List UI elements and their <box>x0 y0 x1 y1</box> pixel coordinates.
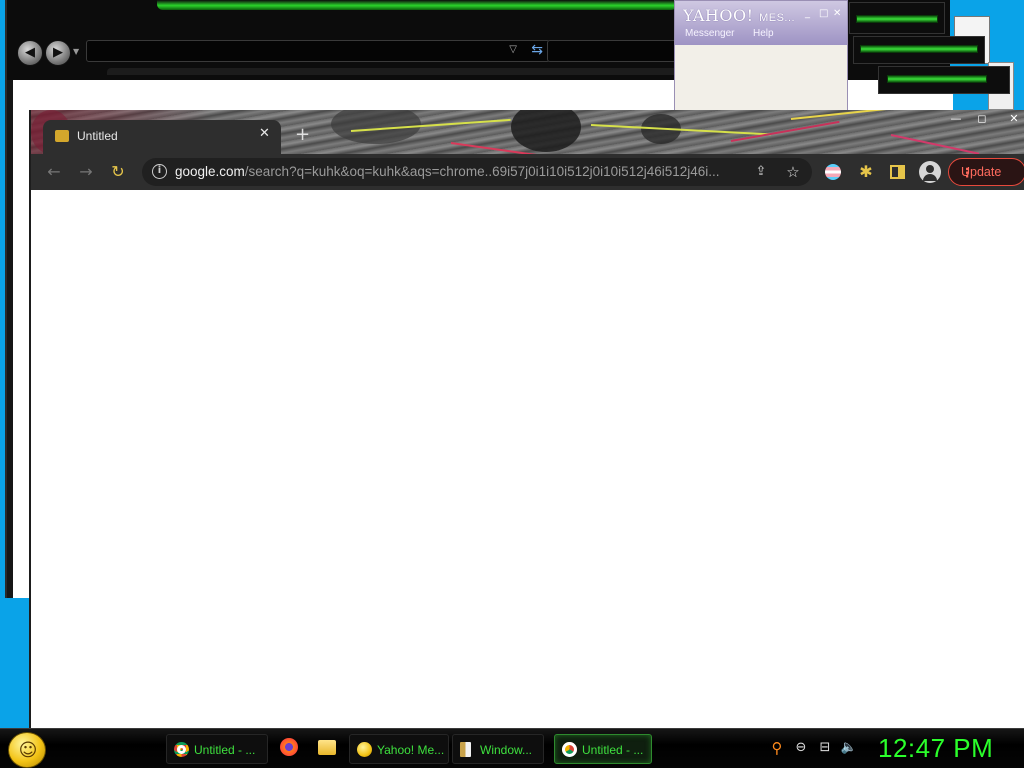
menu-messenger[interactable]: Messenger <box>685 28 734 39</box>
minimize-icon[interactable]: _ <box>805 8 810 19</box>
side-panel-icon[interactable] <box>890 165 905 179</box>
share-icon[interactable]: ⇪ <box>750 161 772 183</box>
update-button[interactable]: Update ⋮ <box>948 158 1024 186</box>
theme-decoration <box>511 110 581 152</box>
side-panel-fill <box>898 167 903 177</box>
menu-help[interactable]: Help <box>753 28 774 39</box>
taskbar-item-active[interactable]: Untitled - ... <box>554 734 652 764</box>
tab-untitled[interactable]: Untitled ✕ <box>43 120 281 154</box>
taskbar-item[interactable]: Window... <box>452 734 544 764</box>
bookmark-star-icon[interactable]: ☆ <box>782 161 804 183</box>
folder-icon[interactable] <box>318 740 336 755</box>
url-host: google.com <box>175 164 245 179</box>
smiley-start-icon: ☺ <box>18 740 38 761</box>
tab-close-icon[interactable]: ✕ <box>259 126 270 141</box>
chrome-page-content <box>31 190 1024 730</box>
messenger-header: YAHOO! MES... _ □ ✕ Messenger Help <box>675 1 847 45</box>
window-title-glow <box>157 0 677 10</box>
refresh-icon[interactable]: ⇆ <box>531 42 543 58</box>
close-button[interactable]: ✕ <box>1005 112 1023 126</box>
url-path: /search?q=kuhk&oq=kuhk&aqs=chrome..69i57… <box>244 164 720 179</box>
search-box[interactable] <box>547 40 687 62</box>
messenger-status-icon[interactable]: ⊖ <box>792 739 810 757</box>
window-title-bar <box>860 45 978 53</box>
network-icon[interactable]: ⊟ <box>816 739 834 757</box>
maximize-button[interactable]: ◻ <box>973 112 991 126</box>
taskbar-item-label: Yahoo! Me... <box>377 743 445 757</box>
taskbar-item[interactable]: Yahoo! Me... <box>349 734 449 764</box>
forward-arrow-icon[interactable]: ▶ <box>45 40 71 66</box>
taskbar-item-label: Untitled - ... <box>582 743 644 757</box>
extension-icon[interactable] <box>824 163 842 181</box>
address-dropdown-icon[interactable]: ▽ <box>509 44 517 55</box>
tab-title: Untitled <box>77 129 118 143</box>
maximize-icon[interactable]: □ <box>819 8 828 19</box>
avatar-head <box>926 165 934 173</box>
reload-icon[interactable]: ↻ <box>107 161 129 183</box>
extensions-puzzle-icon[interactable]: ✱ <box>855 161 877 183</box>
stacked-window[interactable] <box>849 2 945 34</box>
yahoo-logo: YAHOO! MES... <box>683 6 796 25</box>
yahoo-messenger-window[interactable]: YAHOO! MES... _ □ ✕ Messenger Help <box>674 0 848 112</box>
profile-avatar-icon[interactable] <box>919 161 941 183</box>
site-info-icon[interactable]: i <box>152 164 167 179</box>
history-dropdown-icon[interactable]: ▼ <box>73 47 79 56</box>
chrome-toolbar: ← → ↻ i google.com/search?q=kuhk&oq=kuhk… <box>31 154 1024 190</box>
theme-decoration <box>590 124 771 136</box>
theme-decoration <box>890 134 980 154</box>
avatar-body <box>923 174 937 181</box>
new-tab-button[interactable]: + <box>295 124 310 145</box>
taskbar: ☺ Untitled - ... Yahoo! Me... Window... … <box>0 728 1024 768</box>
taskbar-item-label: Window... <box>480 743 533 757</box>
theme-decoration <box>790 110 911 120</box>
forward-icon[interactable]: → <box>75 161 97 183</box>
stacked-window[interactable] <box>853 36 985 64</box>
search-icon[interactable]: ⚲ <box>768 739 786 757</box>
yahoo-smiley-icon <box>357 742 372 757</box>
window-title-bar <box>887 75 987 83</box>
start-button[interactable]: ☺ <box>8 732 46 768</box>
window-title-bar <box>856 15 938 23</box>
stacked-window[interactable] <box>878 66 1010 94</box>
taskbar-item[interactable]: Untitled - ... <box>166 734 268 764</box>
theme-title-bar: Untitled ✕ + — ◻ ✕ <box>31 110 1024 154</box>
taskbar-item-label: Untitled - ... <box>194 743 256 757</box>
chrome-window: Untitled ✕ + — ◻ ✕ ← → ↻ i google.com/se… <box>29 110 1024 730</box>
page-favicon-icon <box>55 130 69 142</box>
chrome-icon <box>174 742 189 757</box>
firefox-icon[interactable] <box>280 738 298 756</box>
omnibox[interactable]: i google.com/search?q=kuhk&oq=kuhk&aqs=c… <box>142 158 812 186</box>
clock[interactable]: 12:47 PM <box>878 733 993 764</box>
back-arrow-icon[interactable]: ◀ <box>17 40 43 66</box>
minimize-button[interactable]: — <box>947 112 965 126</box>
address-bar[interactable]: ▽ ⇆ <box>86 40 550 62</box>
volume-icon[interactable]: 🔈 <box>840 739 858 757</box>
chrome-icon <box>562 742 577 757</box>
menu-kebab-icon[interactable]: ⋮ <box>961 165 1020 180</box>
url-text[interactable]: google.com/search?q=kuhk&oq=kuhk&aqs=chr… <box>175 164 750 179</box>
tab-strip <box>107 68 687 75</box>
window-icon <box>460 742 471 757</box>
close-icon[interactable]: ✕ <box>833 8 841 19</box>
back-icon[interactable]: ← <box>43 161 65 183</box>
